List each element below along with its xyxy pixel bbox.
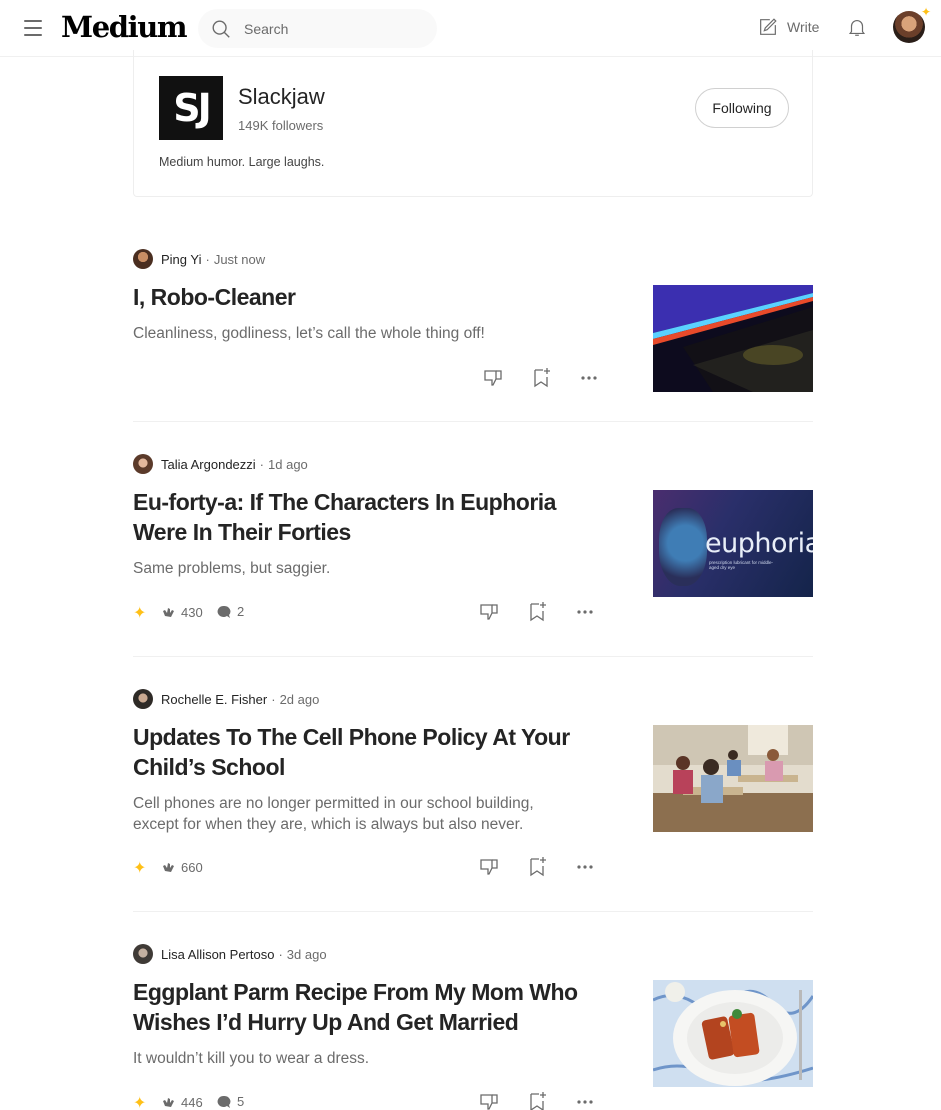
author-avatar[interactable] (133, 944, 153, 964)
divider (133, 421, 813, 422)
save-bookmark-icon[interactable] (525, 855, 549, 879)
show-less-icon[interactable] (477, 1090, 501, 1110)
more-options-icon[interactable] (573, 855, 597, 879)
post-time: Just now (213, 251, 266, 267)
publication-description: Medium humor. Large laughs. (159, 155, 325, 169)
article-card: Talia Argondezzi · 1d ago Eu-forty-a: If… (133, 454, 813, 624)
response-count[interactable]: 5 (217, 1094, 244, 1109)
article-thumbnail[interactable] (653, 980, 813, 1087)
euphoria-face-image (659, 508, 707, 586)
article-thumbnail[interactable] (653, 725, 813, 832)
article-meta: Lisa Allison Pertoso · 3d ago (133, 944, 327, 964)
write-label: Write (787, 19, 820, 35)
member-star-icon: ✦ (920, 5, 931, 19)
member-only-star-icon: ✦ (133, 1095, 147, 1110)
rainbow-edge-image (653, 285, 813, 392)
member-only-star-icon: ✦ (133, 605, 147, 622)
article-title[interactable]: I, Robo-Cleaner (133, 282, 603, 312)
article-subtitle[interactable]: It wouldn’t kill you to wear a dress. (133, 1048, 573, 1069)
author-name[interactable]: Ping Yi (161, 252, 201, 267)
article-thumbnail[interactable] (653, 285, 813, 392)
save-bookmark-icon[interactable] (525, 1090, 549, 1110)
save-bookmark-icon[interactable] (529, 366, 553, 390)
more-options-icon[interactable] (577, 366, 601, 390)
more-options-icon[interactable] (573, 600, 597, 624)
article-card: Lisa Allison Pertoso · 3d ago Eggplant P… (133, 944, 813, 1110)
clap-icon (163, 863, 174, 872)
article-card: Ping Yi · Just now I, Robo-Cleaner Clean… (133, 249, 813, 394)
publication-name[interactable]: Slackjaw (238, 84, 325, 110)
article-subtitle[interactable]: Cell phones are no longer permitted in o… (133, 793, 573, 835)
author-name[interactable]: Lisa Allison Pertoso (161, 947, 274, 962)
response-count-value: 2 (237, 604, 245, 619)
comment-icon (217, 605, 231, 618)
article-subtitle[interactable]: Same problems, but saggier. (133, 558, 573, 579)
show-less-icon[interactable] (477, 600, 501, 624)
response-count[interactable]: 2 (217, 604, 244, 619)
author-avatar[interactable] (133, 249, 153, 269)
clap-count[interactable]: 430 (161, 604, 203, 620)
post-time: 2d ago (279, 691, 320, 707)
meta-separator: · (205, 251, 210, 267)
write-icon (760, 18, 777, 35)
author-name[interactable]: Talia Argondezzi (161, 457, 256, 472)
member-only-star-icon: ✦ (133, 860, 147, 877)
meta-separator: · (271, 691, 276, 707)
article-meta: Ping Yi · Just now (133, 249, 265, 269)
notifications-bell-icon[interactable] (846, 15, 868, 39)
top-navigation-bar: Medium Write ✦ (0, 0, 941, 57)
clap-icon (163, 1098, 174, 1107)
medium-logo[interactable]: Medium (61, 10, 188, 44)
clap-count-value: 430 (181, 604, 203, 620)
clap-count[interactable]: 446 (161, 1094, 203, 1110)
article-title[interactable]: Eggplant Parm Recipe From My Mom Who Wis… (133, 977, 603, 1037)
user-avatar[interactable]: ✦ (893, 5, 931, 43)
eggplant-parm-image (653, 980, 813, 1087)
euphoria-thumb-text: euphoria (705, 528, 813, 559)
post-time: 3d ago (286, 946, 327, 962)
article-actions: ✦ 660 (133, 855, 603, 879)
article-thumbnail[interactable]: euphoria prescription lubricant for midd… (653, 490, 813, 597)
comment-icon (217, 1095, 231, 1108)
clap-count[interactable]: 660 (161, 859, 203, 875)
search-icon (212, 20, 230, 38)
meta-separator: · (278, 946, 283, 962)
clap-icon (163, 608, 174, 617)
divider (133, 911, 813, 912)
meta-separator: · (259, 456, 265, 472)
menu-icon[interactable] (24, 20, 42, 36)
write-button[interactable]: Write (757, 16, 819, 38)
author-avatar[interactable] (133, 689, 153, 709)
search-input[interactable] (244, 20, 414, 37)
publication-card: SJ Slackjaw 149K followers Medium humor.… (133, 50, 813, 197)
clap-count-value: 660 (181, 859, 203, 875)
article-meta: Rochelle E. Fisher · 2d ago (133, 689, 319, 709)
response-count-value: 5 (237, 1094, 245, 1109)
article-actions: ✦ 430 2 (133, 600, 603, 624)
clap-count-value: 446 (181, 1094, 203, 1110)
divider (133, 656, 813, 657)
article-meta: Talia Argondezzi · 1d ago (133, 454, 308, 474)
author-name[interactable]: Rochelle E. Fisher (161, 692, 267, 707)
publication-logo[interactable]: SJ (159, 76, 223, 140)
article-card: Rochelle E. Fisher · 2d ago Updates To T… (133, 689, 813, 879)
following-button[interactable]: Following (695, 88, 789, 128)
article-actions (133, 366, 603, 390)
article-actions: ✦ 446 5 (133, 1090, 603, 1110)
post-time: 1d ago (268, 456, 308, 472)
article-subtitle[interactable]: Cleanliness, godliness, let’s call the w… (133, 323, 573, 344)
classroom-image (653, 725, 813, 832)
save-bookmark-icon[interactable] (525, 600, 549, 624)
author-avatar[interactable] (133, 454, 153, 474)
more-options-icon[interactable] (573, 1090, 597, 1110)
show-less-icon[interactable] (481, 366, 505, 390)
euphoria-thumb-caption: prescription lubricant for middle-aged d… (709, 560, 774, 570)
publication-followers[interactable]: 149K followers (238, 118, 323, 133)
show-less-icon[interactable] (477, 855, 501, 879)
search-box[interactable] (198, 9, 437, 48)
article-title[interactable]: Eu-forty-a: If The Characters In Euphori… (133, 487, 603, 547)
article-title[interactable]: Updates To The Cell Phone Policy At Your… (133, 722, 603, 782)
